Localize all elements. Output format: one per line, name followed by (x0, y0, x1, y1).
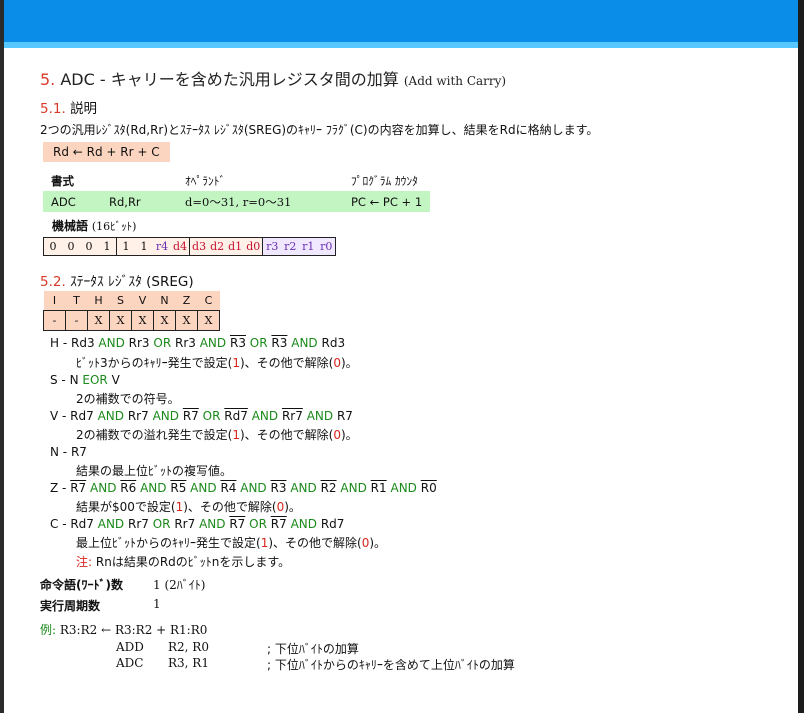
cycles-label: 実行周期数 (40, 599, 101, 613)
flag-z-expr: Z - R7 AND R6 AND R5 AND R4 AND R3 AND R… (50, 481, 437, 495)
flag-c-desc: 最上位ﾋﾞｯﾄからのｷｬﾘｰ発生で設定(1)、その他で解除(0)。 (76, 536, 387, 550)
flag-s-key: S - (50, 373, 66, 387)
section-1-title: 説明 (70, 101, 98, 117)
sreg-name-s: S (109, 291, 132, 311)
flag-s-expr: S - N EOR V (50, 373, 120, 387)
example-expr: R3:R2 ← R3:R2 + R1:R0 (59, 623, 208, 637)
flag-n-expr: N - R7 (50, 445, 87, 459)
title-main: ADC - キャリーを含めた汎用レジスタ間の加算 (60, 70, 399, 89)
machine-code-title: 機械語 (52, 219, 89, 233)
page-title: 5. ADC - キャリーを含めた汎用レジスタ間の加算 (Add with Ca… (40, 66, 506, 90)
example-line-1-args: R2, R0 (168, 640, 209, 654)
header-bar (4, 0, 798, 42)
example-label: 例: (40, 623, 57, 637)
syntax-args: Rd,Rr (101, 191, 177, 212)
window-frame-left (0, 0, 4, 713)
flag-h-expr: H - Rd3 AND Rr3 OR Rr3 AND R3 OR R3 AND … (50, 336, 346, 350)
section-2-number: 5.2. (40, 274, 66, 290)
note: 注: Rnは結果のRdのﾋﾞｯﾄnを示します。 (76, 553, 290, 570)
flag-s-desc: 2の補数での符号。 (76, 392, 180, 406)
flag-v-key: V - (50, 409, 67, 423)
syntax-table-wrap: 書式 ｵﾍﾟﾗﾝﾄﾞ ﾌﾟﾛｸﾞﾗﾑ ｶｳﾝﾀ ADC Rd,Rr d=0～31… (43, 170, 431, 212)
header-strip (4, 42, 798, 48)
title-number: 5. (40, 70, 56, 89)
mc-bit-14: 0 (62, 237, 80, 256)
cycles-value: 1 (153, 597, 161, 611)
example-line-2-args: R3, R1 (168, 656, 209, 670)
syntax-operands: d=0～31, r=0～31 (177, 191, 343, 212)
section-1-heading: 5.1. 説明 (40, 97, 97, 117)
flag-c-key: C - (50, 517, 67, 531)
example-line-2-comment: ; 下位ﾊﾞｲﾄからのｷｬﾘｰを含めて上位ﾊﾞｲﾄの加算 (267, 658, 515, 672)
example-line-1-mnemonic: ADD (116, 640, 144, 654)
mc-bit-9: r4 (153, 237, 171, 256)
section-1-number: 5.1. (40, 101, 66, 117)
words-value: 1 (2ﾊﾞｲﾄ) (153, 578, 206, 592)
sreg-table: I T H S V N Z C - - X X X X X X (43, 291, 220, 331)
mc-bit-7: d3 (189, 237, 209, 256)
pc-header: ﾌﾟﾛｸﾞﾗﾑ ｶｳﾝﾀ (351, 173, 418, 188)
example-line-1-comment: ; 下位ﾊﾞｲﾄの加算 (267, 642, 359, 656)
flag-v-desc: 2の補数での溢れ発生で設定(1)、その他で解除(0)。 (76, 428, 358, 442)
sreg-name-c: C (197, 291, 220, 311)
title-english: (Add with Carry) (403, 74, 507, 88)
sreg-name-i: I (43, 291, 66, 311)
note-text: Rnは結果のRdのﾋﾞｯﾄnを示します。 (95, 555, 291, 569)
mc-bit-12: 1 (98, 237, 117, 256)
flag-n-key: N - (50, 445, 68, 459)
sreg-name-z: Z (175, 291, 198, 311)
sreg-table-wrap: I T H S V N Z C - - X X X X X X (43, 291, 220, 331)
machine-code-table: 0 0 0 1 1 1 r4 d4 d3 d2 d1 d0 r3 r2 r1 r… (43, 237, 337, 256)
flag-c-expr: C - Rd7 AND Rr7 OR Rr7 AND R7 OR R7 AND … (50, 517, 345, 531)
operands-header: ｵﾍﾟﾗﾝﾄﾞ (185, 173, 226, 188)
window-frame-right (798, 0, 804, 713)
syntax-header: 書式 (51, 173, 74, 188)
sreg-name-n: N (153, 291, 176, 311)
sreg-name-h: H (87, 291, 110, 311)
mc-bit-8: d4 (171, 237, 191, 256)
machine-code-bits: (16ﾋﾞｯﾄ) (91, 220, 137, 233)
sreg-val-n: X (153, 310, 176, 331)
mc-bit-2: r2 (281, 237, 300, 256)
sreg-val-s: X (109, 310, 132, 331)
syntax-table: 書式 ｵﾍﾟﾗﾝﾄﾞ ﾌﾟﾛｸﾞﾗﾑ ｶｳﾝﾀ ADC Rd,Rr d=0～31… (43, 170, 431, 212)
mc-bit-13: 0 (80, 237, 98, 256)
description-text: 2つの汎用ﾚｼﾞｽﾀ(Rd,Rr)とｽﾃｰﾀｽ ﾚｼﾞｽﾀ(SREG)のｷｬﾘｰ… (40, 123, 599, 137)
mc-bit-0: r0 (317, 237, 337, 256)
mc-bit-1: r1 (299, 237, 318, 256)
operation-box: Rd ← Rd + Rr + C (43, 142, 170, 162)
mc-bit-5: d1 (226, 237, 245, 256)
example-line-2-mnemonic: ADC (116, 656, 144, 670)
sreg-val-t: - (65, 310, 88, 331)
syntax-pc: PC ← PC + 1 (343, 191, 431, 212)
mc-bit-11: 1 (116, 237, 135, 256)
syntax-mnemonic: ADC (43, 191, 101, 212)
sreg-name-v: V (131, 291, 154, 311)
sreg-val-v: X (131, 310, 154, 331)
sreg-val-i: - (43, 310, 66, 331)
section-2-title: ｽﾃｰﾀｽ ﾚｼﾞｽﾀ (SREG) (70, 274, 194, 290)
machine-code-label: 機械語 (16ﾋﾞｯﾄ) (52, 217, 136, 234)
flag-h-key: H - (50, 336, 68, 350)
sreg-name-t: T (65, 291, 88, 311)
sreg-val-z: X (175, 310, 198, 331)
mc-bit-3: r3 (262, 237, 282, 256)
mc-bit-4: d0 (244, 237, 264, 256)
words-label: 命令語(ﾜｰﾄﾞ)数 (40, 578, 123, 592)
example-header: 例: R3:R2 ← R3:R2 + R1:R0 (40, 621, 207, 638)
mc-bit-10: 1 (135, 237, 153, 256)
flag-h-desc: ﾋﾞｯﾄ3からのｷｬﾘｰ発生で設定(1)、その他で解除(0)。 (76, 356, 358, 370)
flag-n-desc: 結果の最上位ﾋﾞｯﾄの複写値。 (76, 464, 233, 478)
flag-z-desc: 結果が$00で設定(1)、その他で解除(0)。 (76, 500, 301, 514)
sreg-val-c: X (197, 310, 220, 331)
flag-v-expr: V - Rd7 AND Rr7 AND R7 OR Rd7 AND Rr7 AN… (50, 409, 353, 423)
note-label: 注: (76, 555, 93, 569)
mc-bit-6: d2 (208, 237, 227, 256)
machine-code-wrap: 0 0 0 1 1 1 r4 d4 d3 d2 d1 d0 r3 r2 r1 r… (43, 237, 337, 256)
section-2-heading: 5.2. ｽﾃｰﾀｽ ﾚｼﾞｽﾀ (SREG) (40, 270, 194, 290)
mc-bit-15: 0 (43, 237, 62, 256)
sreg-val-h: X (87, 310, 110, 331)
flag-z-key: Z - (50, 481, 67, 495)
